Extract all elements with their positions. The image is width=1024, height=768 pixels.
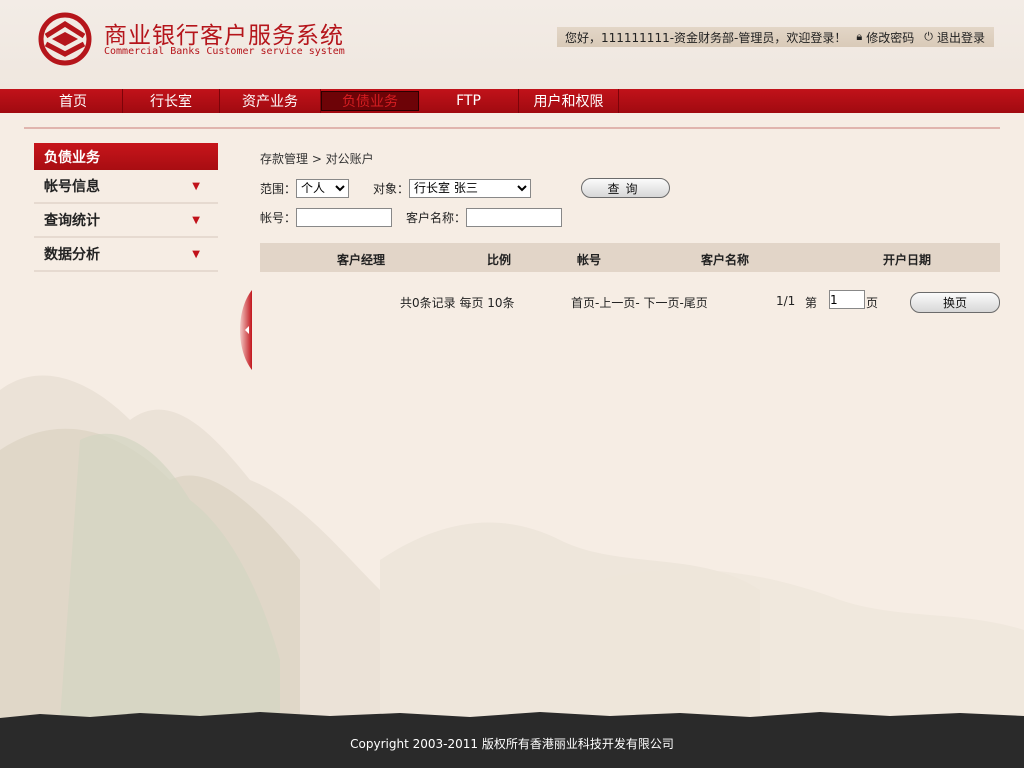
page-suffix: 页 [866,296,879,310]
target-label: 对象： [373,181,410,196]
change-password-link[interactable]: 🔒︎ 修改密码 [856,29,914,46]
logout-link[interactable]: ⏻ 退出登录 [924,29,985,46]
page-nav-links[interactable]: 首页-上一页- 下一页-尾页 [571,294,708,311]
breadcrumb: 存款管理 > 对公账户 [260,152,374,166]
nav-asset-business[interactable]: 资产业务 [220,89,321,113]
header: 商业银行客户服务系统 Commercial Banks Customer ser… [0,0,1024,89]
system-subtitle: Commercial Banks Customer service system [104,46,345,57]
system-title: 商业银行客户服务系统 [104,23,344,49]
page-position: 1/1 [776,294,796,308]
customer-name-label: 客户名称： [406,211,467,225]
sidebar-item-account-info[interactable]: 帐号信息 ▼ [34,170,218,204]
customer-name-input[interactable] [466,208,563,227]
sidebar-item-query-stats[interactable]: 查询统计 ▼ [34,204,218,238]
sidebar-item-data-analysis[interactable]: 数据分析 ▼ [34,238,218,272]
power-icon: ⏻ [924,30,933,43]
page-number-input[interactable] [829,290,865,309]
bank-logo-icon [38,12,92,66]
scope-label: 范围： [260,181,297,196]
record-summary: 共0条记录 每页 10条 [400,296,515,310]
column-header-ratio: 比例 [487,253,512,267]
column-header-customer-name: 客户名称 [701,253,750,267]
nav-home[interactable]: 首页 [24,89,123,113]
filter-row-1: 范围： 个人 对象： 行长室 张三 查询 [260,178,671,198]
welcome-text: 您好，111111111-资金财务部-管理员，欢迎登录！ [565,30,847,45]
lock-icon: 🔒︎ [856,30,863,43]
main-content: 存款管理 > 对公账户 范围： 个人 对象： 行长室 张三 查询 帐号： 客户名… [260,150,1000,313]
column-header-open-date: 开户日期 [883,253,932,267]
header-divider [24,127,1000,129]
main-nav: 首页 行长室 资产业务 负债业务 FTP 用户和权限 [0,89,1024,113]
nav-users-permissions[interactable]: 用户和权限 [519,89,619,113]
account-input[interactable] [296,208,393,227]
change-page-button[interactable]: 换页 [910,292,1000,313]
nav-ftp[interactable]: FTP [419,89,519,113]
sidebar-collapse-handle[interactable] [240,290,252,370]
query-button[interactable]: 查询 [581,178,671,198]
nav-liability-business[interactable]: 负债业务 [321,91,419,111]
column-header-account: 帐号 [577,253,602,267]
table-header: 客户经理 比例 帐号 客户名称 开户日期 [260,243,1000,272]
scope-select[interactable]: 个人 [296,178,350,198]
user-bar: 您好，111111111-资金财务部-管理员，欢迎登录！ 🔒︎ 修改密码 ⏻ 退… [557,27,994,47]
sidebar-title: 负债业务 [34,143,218,170]
triangle-down-icon: ▼ [192,214,200,226]
target-select[interactable]: 行长室 张三 [409,178,532,198]
pagination: 共0条记录 每页 10条 首页-上一页- 下一页-尾页 1/1 第 页 换页 [260,290,1000,316]
triangle-down-icon: ▼ [192,248,200,260]
account-label: 帐号： [260,211,297,225]
nav-president-office[interactable]: 行长室 [123,89,220,113]
copyright-text: Copyright 2003-2011 版权所有香港丽业科技开发有限公司 [350,736,674,751]
sidebar-item-label: 帐号信息 [44,179,100,195]
sidebar-item-label: 数据分析 [44,247,100,263]
page-prefix: 第 [805,296,818,310]
footer: Copyright 2003-2011 版权所有香港丽业科技开发有限公司 [0,718,1024,768]
logout-label: 退出登录 [936,30,985,45]
filter-row-2: 帐号： 客户名称： [260,208,563,227]
sidebar-item-label: 查询统计 [44,213,100,229]
triangle-down-icon: ▼ [192,180,200,192]
sidebar: 负债业务 帐号信息 ▼ 查询统计 ▼ 数据分析 ▼ [34,143,218,272]
column-header-manager: 客户经理 [337,253,386,267]
change-password-label: 修改密码 [866,30,915,45]
landscape-background [0,375,1024,720]
